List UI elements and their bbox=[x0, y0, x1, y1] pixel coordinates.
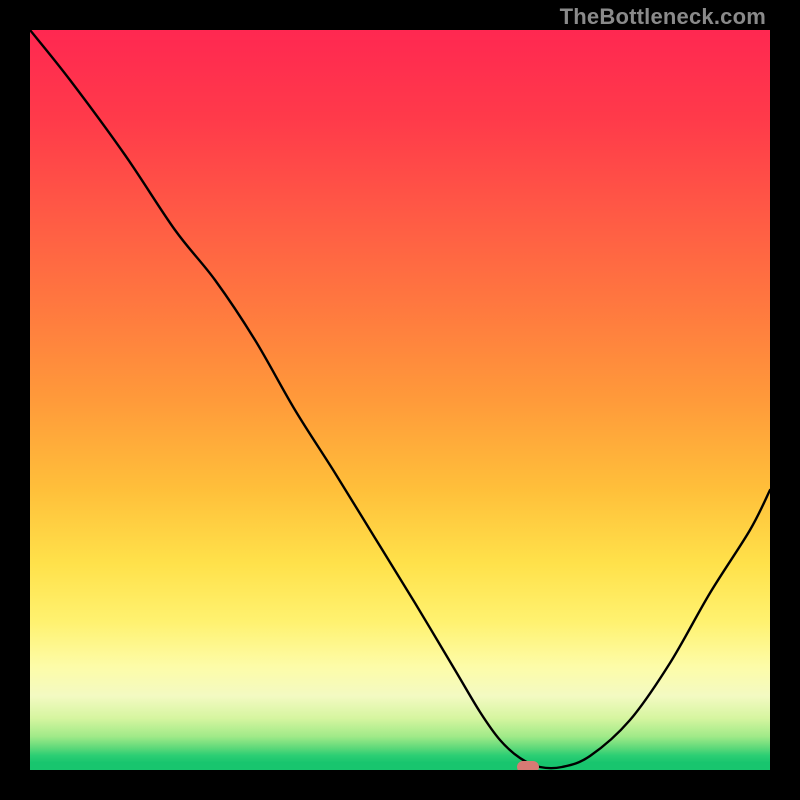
watermark-text: TheBottleneck.com bbox=[560, 4, 766, 30]
bottleneck-curve bbox=[30, 30, 770, 768]
outer-frame: TheBottleneck.com bbox=[0, 0, 800, 800]
curve-svg bbox=[30, 30, 770, 770]
plot-area bbox=[30, 30, 770, 770]
optimum-marker bbox=[517, 761, 539, 770]
